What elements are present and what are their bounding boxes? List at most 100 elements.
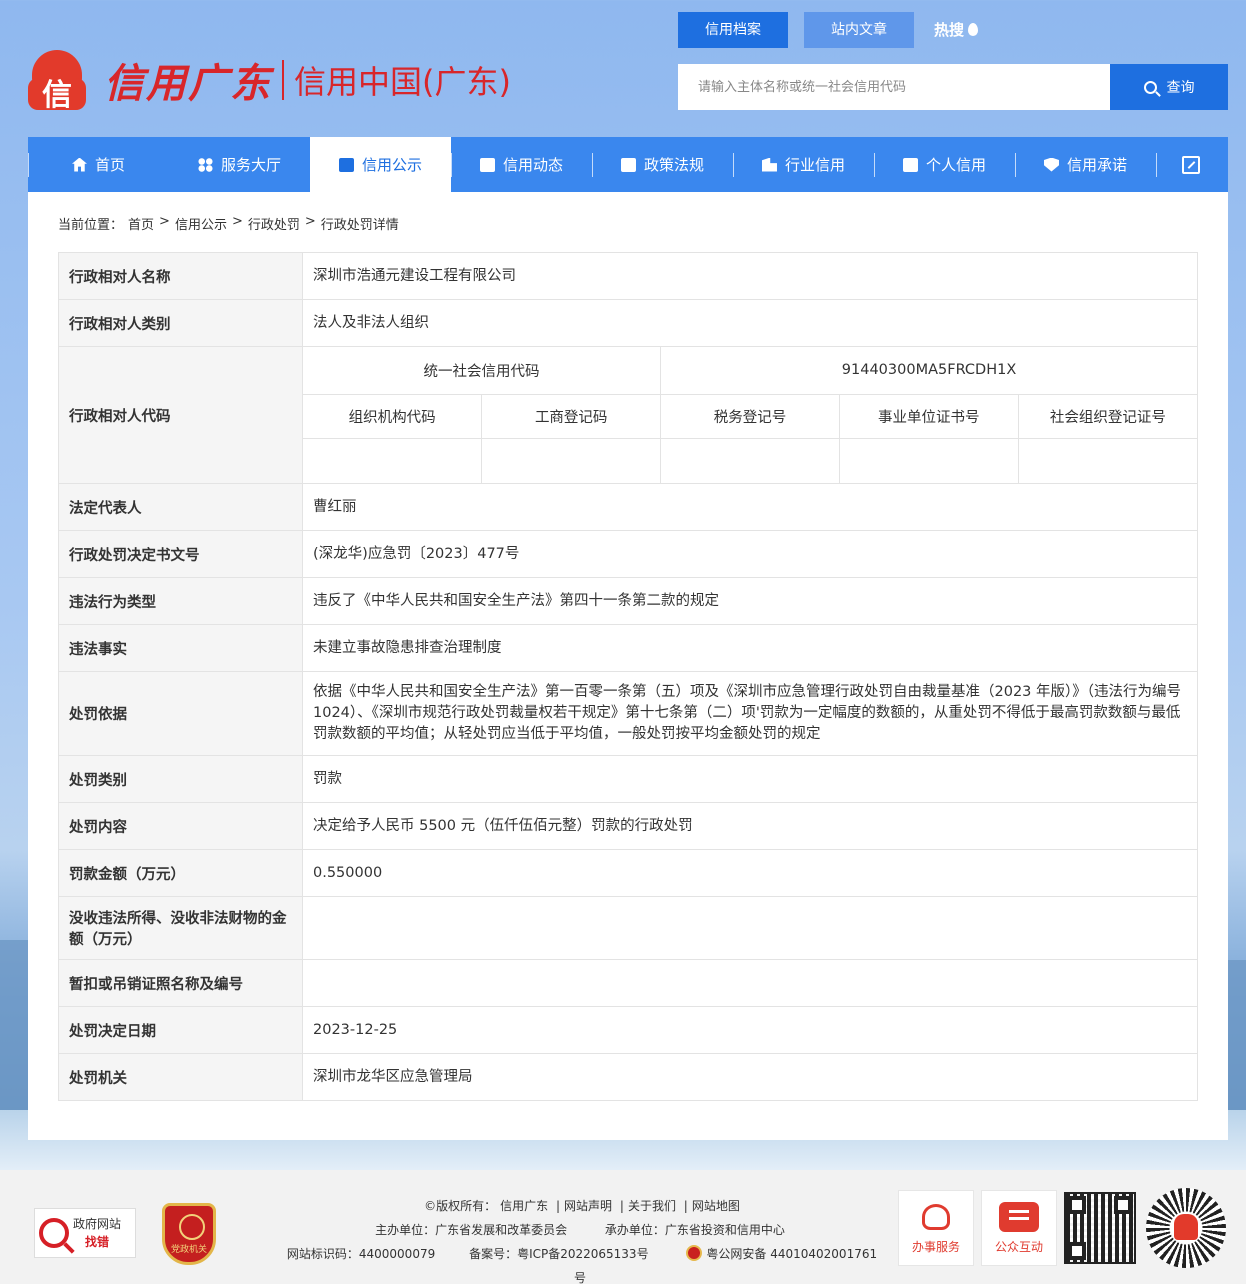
nav-item-service-hall[interactable]: 服务大厅 bbox=[169, 137, 310, 192]
penalty-detail-table: 行政相对人名称 深圳市浩通元建设工程有限公司 行政相对人类别 法人及非法人组织 … bbox=[58, 252, 1198, 1101]
row-confiscation: 没收违法所得、没收非法财物的金额（万元） bbox=[58, 896, 1198, 960]
row-amount: 罚款金额（万元） 0.550000 bbox=[58, 849, 1198, 897]
business-reg-label: 工商登记码 bbox=[481, 393, 662, 439]
uscc-label: 统一社会信用代码 bbox=[303, 347, 662, 395]
logo-subtitle: 信用中国(广东) bbox=[294, 63, 511, 101]
value-content: 决定给予人民币 5500 元（伍仟伍佰元整）罚款的行政处罚 bbox=[302, 802, 1198, 850]
nav-item-credit-commitment[interactable]: 信用承诺 bbox=[1015, 137, 1156, 192]
institution-cert-value bbox=[838, 437, 1019, 483]
search-input[interactable] bbox=[678, 64, 1110, 110]
mini-program-code-icon bbox=[1146, 1188, 1226, 1268]
nav-item-policies[interactable]: 政策法规 bbox=[592, 137, 733, 192]
value-penalty-type: 罚款 bbox=[302, 755, 1198, 803]
gov-site-error-report-link[interactable]: 政府网站 找错 bbox=[34, 1208, 136, 1258]
service-button[interactable]: 办事服务 bbox=[898, 1190, 974, 1266]
label-amount: 罚款金额（万元） bbox=[58, 849, 303, 897]
row-facts: 违法事实 未建立事故隐患排查治理制度 bbox=[58, 624, 1198, 672]
breadcrumb-penalty-detail[interactable]: 行政处罚详情 bbox=[321, 214, 399, 233]
party-gov-badge[interactable]: 党政机关 bbox=[162, 1203, 216, 1265]
value-date: 2023-12-25 bbox=[302, 1006, 1198, 1054]
top-tabs: 信用档案 站内文章 热搜 bbox=[678, 12, 998, 48]
row-date: 处罚决定日期 2023-12-25 bbox=[58, 1006, 1198, 1054]
label-legal-rep: 法定代表人 bbox=[58, 483, 303, 531]
breadcrumb-admin-penalty[interactable]: 行政处罚 bbox=[248, 214, 300, 233]
nav-item-credit-publicity[interactable]: 信用公示 bbox=[310, 137, 451, 192]
footer-info: ©版权所有： 信用广东 | 网站声明 | 关于我们 | 网站地图 主办单位：广东省发展和… bbox=[286, 1199, 878, 1284]
row-penalty-type: 处罚类别 罚款 bbox=[58, 755, 1198, 803]
content-panel: 当前位置： 首页 > 信用公示 > 行政处罚 > 行政处罚详情 行政相对人名称 深圳市… bbox=[28, 192, 1228, 1140]
footer-link-statement[interactable]: 网站声明 bbox=[564, 1199, 612, 1213]
home-icon bbox=[71, 157, 87, 172]
value-amount: 0.550000 bbox=[302, 849, 1198, 897]
row-violation-type: 违法行为类型 违反了《中华人民共和国安全生产法》第四十一条第二款的规定 bbox=[58, 577, 1198, 625]
value-name: 深圳市浩通元建设工程有限公司 bbox=[302, 252, 1198, 300]
social-org-value bbox=[1017, 437, 1197, 483]
value-license bbox=[302, 959, 1198, 1007]
label-facts: 违法事实 bbox=[58, 624, 303, 672]
row-authority: 处罚机关 深圳市龙华区应急管理局 bbox=[58, 1053, 1198, 1101]
tab-credit-archive[interactable]: 信用档案 bbox=[678, 12, 788, 48]
breadcrumb-credit-publicity[interactable]: 信用公示 bbox=[175, 214, 227, 233]
logo-emblem-icon: 信 bbox=[28, 48, 86, 113]
icp-link[interactable]: 备案号：粤ICP备2022065133号 bbox=[469, 1247, 649, 1261]
row-category: 行政相对人类别 法人及非法人组织 bbox=[58, 299, 1198, 347]
magnifier-icon bbox=[39, 1218, 69, 1248]
interaction-button[interactable]: 公众互动 bbox=[981, 1190, 1057, 1266]
uscc-value: 91440300MA5FRCDH1X bbox=[660, 347, 1197, 395]
search-icon bbox=[1143, 80, 1157, 94]
nav-item-home[interactable]: 首页 bbox=[28, 137, 169, 192]
tax-reg-value bbox=[660, 437, 840, 483]
nav-item-credit-news[interactable]: 信用动态 bbox=[451, 137, 592, 192]
publicity-icon bbox=[338, 157, 354, 172]
row-basis: 处罚依据 依据《中华人民共和国安全生产法》第一百零一条第（五）项及《深圳市应急管… bbox=[58, 671, 1198, 756]
label-penalty-type: 处罚类别 bbox=[58, 755, 303, 803]
value-category: 法人及非法人组织 bbox=[302, 299, 1198, 347]
organizer-text: 承办单位：广东省投资和信用中心 bbox=[604, 1223, 785, 1237]
tax-reg-label: 税务登记号 bbox=[660, 393, 840, 439]
tab-hot-search[interactable]: 热搜 bbox=[930, 12, 982, 48]
code-subtable-cell: 统一社会信用代码 91440300MA5FRCDH1X 组织机构代码 工商登记码… bbox=[302, 346, 1198, 484]
grid-icon bbox=[197, 157, 213, 172]
expand-icon bbox=[1182, 155, 1200, 174]
flame-icon bbox=[968, 23, 979, 36]
nav-expand-button[interactable] bbox=[1156, 137, 1226, 192]
value-legal-rep: 曹红丽 bbox=[302, 483, 1198, 531]
police-badge-icon bbox=[686, 1245, 703, 1261]
shield-icon bbox=[1043, 157, 1059, 172]
label-content: 处罚内容 bbox=[58, 802, 303, 850]
qr-code-icon bbox=[1064, 1192, 1136, 1264]
business-reg-value bbox=[481, 437, 662, 483]
row-doc-no: 行政处罚决定书文号 (深龙华)应急罚〔2023〕477号 bbox=[58, 530, 1198, 578]
search-bar: 查询 bbox=[678, 64, 1228, 110]
institution-cert-label: 事业单位证书号 bbox=[838, 393, 1019, 439]
value-authority: 深圳市龙华区应急管理局 bbox=[302, 1053, 1198, 1101]
label-category: 行政相对人类别 bbox=[58, 299, 303, 347]
label-license: 暂扣或吊销证照名称及编号 bbox=[58, 959, 303, 1007]
nav-item-industry-credit[interactable]: 行业信用 bbox=[733, 137, 874, 192]
breadcrumb-home[interactable]: 首页 bbox=[128, 214, 154, 233]
site-id-text: 网站标识码：4400000079 bbox=[286, 1247, 436, 1261]
label-authority: 处罚机关 bbox=[58, 1053, 303, 1101]
nav-item-personal-credit[interactable]: 个人信用 bbox=[874, 137, 1015, 192]
row-name: 行政相对人名称 深圳市浩通元建设工程有限公司 bbox=[58, 252, 1198, 300]
row-license: 暂扣或吊销证照名称及编号 bbox=[58, 959, 1198, 1007]
headset-icon bbox=[922, 1204, 950, 1230]
main-nav: 首页 服务大厅 信用公示 信用动态 政策法规 行业信用 个人信用 信用承诺 bbox=[28, 137, 1228, 192]
footer-link-about[interactable]: 关于我们 bbox=[628, 1199, 676, 1213]
row-content: 处罚内容 决定给予人民币 5500 元（伍仟伍佰元整）罚款的行政处罚 bbox=[58, 802, 1198, 850]
footer: 政府网站 找错 党政机关 ©版权所有： 信用广东 | 网站声明 | 关于我们 | 网站地… bbox=[0, 1170, 1246, 1284]
person-card-icon bbox=[902, 157, 918, 172]
search-button[interactable]: 查询 bbox=[1110, 64, 1228, 110]
footer-link-sitemap[interactable]: 网站地图 bbox=[692, 1199, 740, 1213]
footer-link-owner[interactable]: 信用广东 bbox=[500, 1199, 548, 1213]
breadcrumb: 当前位置： 首页 > 信用公示 > 行政处罚 > 行政处罚详情 bbox=[58, 214, 399, 233]
value-basis: 依据《中华人民共和国安全生产法》第一百零一条第（五）项及《深圳市应急管理行政处罚… bbox=[302, 671, 1198, 756]
label-violation-type: 违法行为类型 bbox=[58, 577, 303, 625]
label-code: 行政相对人代码 bbox=[58, 346, 303, 484]
code-subtable: 统一社会信用代码 91440300MA5FRCDH1X 组织机构代码 工商登记码… bbox=[303, 347, 1197, 483]
policy-document-icon bbox=[620, 157, 636, 172]
org-code-value bbox=[303, 437, 483, 483]
value-facts: 未建立事故隐患排查治理制度 bbox=[302, 624, 1198, 672]
site-logo[interactable]: 信 信用广东 信用中国(广东) bbox=[28, 44, 511, 116]
tab-site-articles[interactable]: 站内文章 bbox=[804, 12, 914, 48]
